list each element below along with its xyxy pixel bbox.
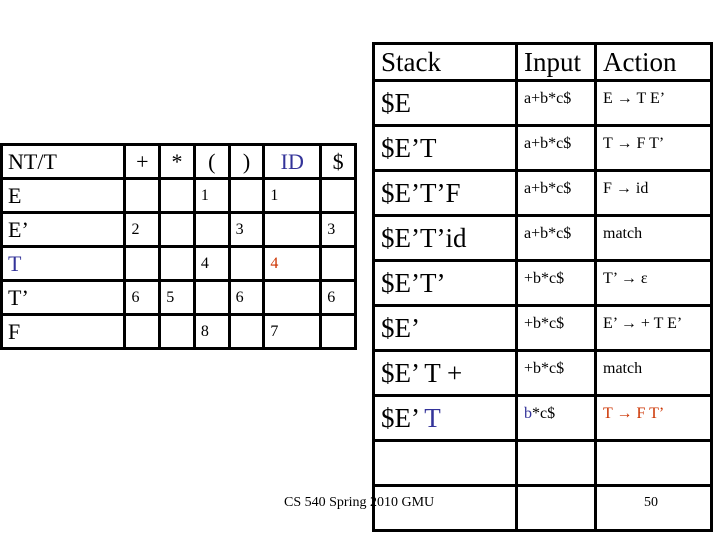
parse-table-row: E 1 1 [0,177,357,214]
header-rparen: ) [227,143,266,180]
row-nonterminal: T [0,245,127,282]
table-cell [158,211,196,248]
trace-row: $E’T a+b*c$ T → F T’ [372,124,713,172]
table-cell [319,177,357,214]
table-cell [319,245,357,282]
row-nonterminal: F [0,313,127,350]
slide-page-number: 50 [644,495,658,510]
trace-row-empty [372,439,713,487]
table-cell: 6 [227,279,266,316]
parse-table-row: F 8 7 [0,313,357,350]
table-cell: 3 [319,211,357,248]
stack-cell: $E’T’id [372,214,518,262]
input-cell: a+b*c$ [515,169,597,217]
input-cell [515,484,597,532]
parse-table-row: T 4 4 [0,245,357,282]
trace-row: $E a+b*c$ E → T E’ [372,79,713,127]
trace-row: $E’ T + +b*c$ match [372,349,713,397]
table-cell [158,177,196,214]
input-cell: a+b*c$ [515,124,597,172]
table-cell [227,177,266,214]
table-cell [262,279,323,316]
input-cell [515,439,597,487]
ll1-parse-table: NT/T + * ( ) ID $ E 1 1 E’ 2 3 3 T 4 4 T… [0,143,357,350]
input-cell: +b*c$ [515,304,597,352]
table-cell [227,313,266,350]
trace-row-current: $E’ T b*c$ T → F T’ [372,394,713,442]
parse-table-header-row: NT/T + * ( ) ID $ [0,143,357,180]
trace-row: $E’T’ +b*c$ T’ → ε [372,259,713,307]
table-cell: 7 [262,313,323,350]
table-cell: 3 [227,211,266,248]
header-input: Input [515,42,597,82]
parse-table-row: E’ 2 3 3 [0,211,357,248]
stack-cell: $E’ T [372,394,518,442]
table-cell [158,245,196,282]
table-cell: 2 [123,211,162,248]
action-cell: T’ → ε [594,259,713,307]
action-cell: T → F T’ [594,124,713,172]
table-cell: 1 [192,177,231,214]
stack-prefix: $E’ [381,402,425,433]
header-plus: + [123,143,162,180]
parse-table-row: T’ 6 5 6 6 [0,279,357,316]
table-cell: 6 [123,279,162,316]
stack-top-highlight: T [424,402,441,433]
action-cell: match [594,349,713,397]
table-cell: 5 [158,279,196,316]
input-cell: a+b*c$ [515,214,597,262]
table-cell [123,177,162,214]
input-cell: b*c$ [515,394,597,442]
header-nt-t: NT/T [0,143,127,180]
table-cell [192,279,231,316]
table-cell [123,313,162,350]
action-cell: F → id [594,169,713,217]
table-cell [319,313,357,350]
trace-row: $E’ +b*c$ E’ → + T E’ [372,304,713,352]
trace-row: $E’T’F a+b*c$ F → id [372,169,713,217]
trace-table-header-row: Stack Input Action [372,42,713,82]
row-nonterminal: E [0,177,127,214]
stack-cell: $E’ T + [372,349,518,397]
table-cell: 1 [262,177,323,214]
stack-cell: $E’T [372,124,518,172]
table-cell: 4 [192,245,231,282]
stack-cell [372,439,518,487]
input-lookahead-highlight: b [524,405,532,422]
footer-course-label: CS 540 Spring 2010 GMU [284,495,435,510]
parse-trace-table: Stack Input Action $E a+b*c$ E → T E’ $E… [372,42,713,532]
input-cell: a+b*c$ [515,79,597,127]
header-id: ID [262,143,323,180]
row-nonterminal: E’ [0,211,127,248]
table-cell-highlighted: 4 [262,245,323,282]
table-cell [192,211,231,248]
table-cell [227,245,266,282]
stack-cell: $E’T’ [372,259,518,307]
stack-cell: $E [372,79,518,127]
table-cell: 6 [319,279,357,316]
input-cell: +b*c$ [515,349,597,397]
action-cell: match [594,214,713,262]
header-star: * [158,143,196,180]
header-dollar: $ [319,143,357,180]
table-cell [262,211,323,248]
row-nonterminal: T’ [0,279,127,316]
input-rest: *c$ [532,405,556,422]
trace-row: $E’T’id a+b*c$ match [372,214,713,262]
header-action: Action [594,42,713,82]
header-lparen: ( [192,143,231,180]
action-cell: E → T E’ [594,79,713,127]
action-cell-highlighted: T → F T’ [594,394,713,442]
action-cell [594,439,713,487]
input-cell: +b*c$ [515,259,597,307]
stack-cell: $E’T’F [372,169,518,217]
table-cell: 8 [192,313,231,350]
stack-cell: $E’ [372,304,518,352]
table-cell [158,313,196,350]
header-stack: Stack [372,42,518,82]
table-cell [123,245,162,282]
action-cell: E’ → + T E’ [594,304,713,352]
